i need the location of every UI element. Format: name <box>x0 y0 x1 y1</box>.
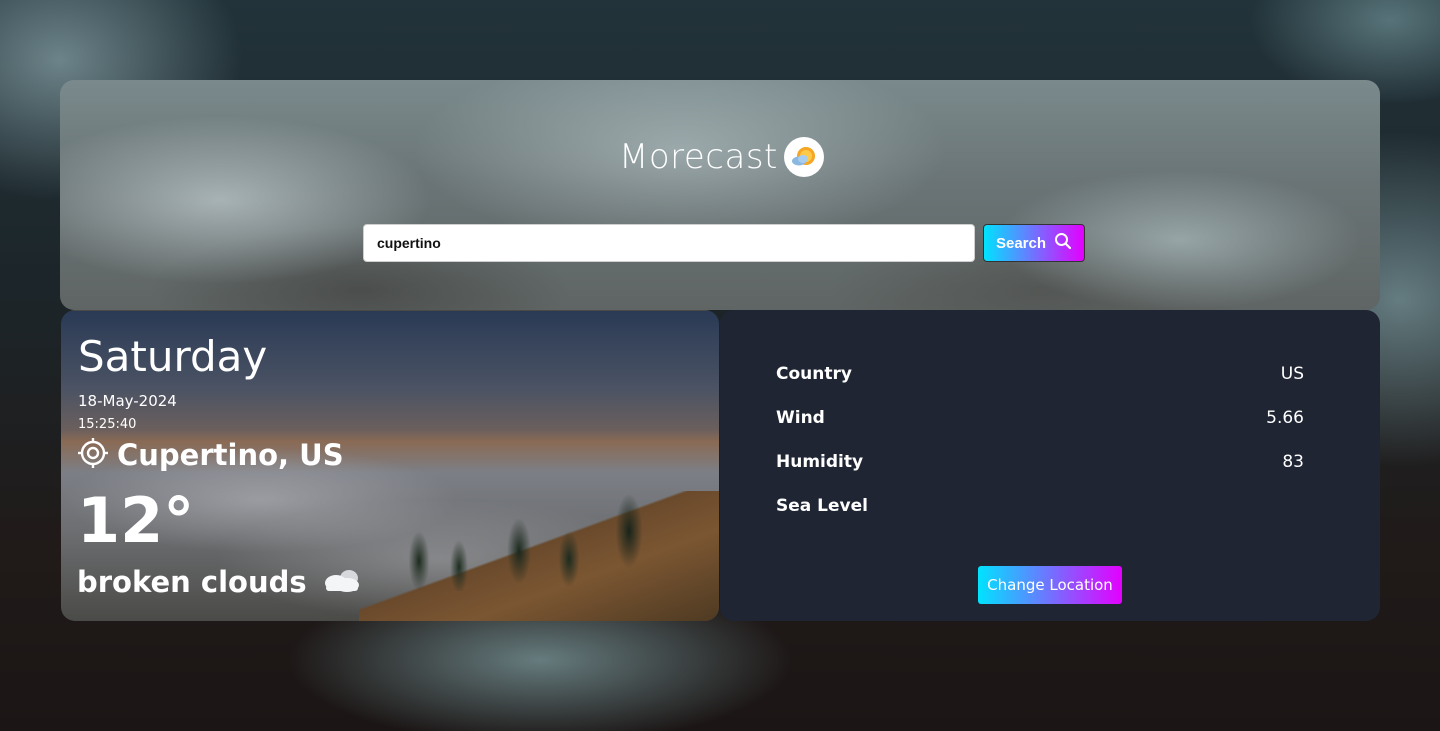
location-row: Cupertino, US <box>77 437 344 473</box>
details-label: Humidity <box>776 452 864 472</box>
change-location-button[interactable]: Change Location <box>978 566 1122 604</box>
brand-name: Morecast <box>619 137 778 177</box>
header-panel <box>60 80 1380 310</box>
brand: Morecast <box>619 136 824 178</box>
background-trees <box>379 481 679 591</box>
sun-cloud-icon <box>783 137 824 177</box>
details-row-wind: Wind 5.66 <box>776 396 1304 440</box>
temperature-label: 12° <box>77 484 195 557</box>
date-label: 18-May-2024 <box>78 392 177 410</box>
details-row-country: Country US <box>776 352 1304 396</box>
location-target-icon <box>77 437 109 473</box>
condition-row: broken clouds <box>77 565 363 599</box>
details-card: Country US Wind 5.66 Humidity 83 Sea Lev… <box>720 310 1380 621</box>
details-label: Country <box>776 364 852 384</box>
weather-card: Saturday 18-May-2024 15:25:40 Cupertino,… <box>61 310 719 621</box>
search-button-label: Search <box>995 234 1047 252</box>
cloud-icon <box>319 566 363 598</box>
details-value: 83 <box>1282 452 1304 472</box>
details-row-sea-level: Sea Level <box>776 484 1304 528</box>
details-row-humidity: Humidity 83 <box>776 440 1304 484</box>
details-list: Country US Wind 5.66 Humidity 83 Sea Lev… <box>776 352 1304 528</box>
search-input[interactable] <box>363 224 975 262</box>
day-label: Saturday <box>78 332 268 381</box>
details-label: Wind <box>776 408 825 428</box>
location-label: Cupertino, US <box>117 438 344 472</box>
search-icon <box>1054 232 1072 254</box>
condition-label: broken clouds <box>77 565 307 599</box>
search-button[interactable]: Search <box>983 224 1085 262</box>
time-label: 15:25:40 <box>78 417 137 432</box>
details-value: US <box>1280 364 1304 384</box>
details-label: Sea Level <box>776 496 868 516</box>
details-value: 5.66 <box>1266 408 1304 428</box>
